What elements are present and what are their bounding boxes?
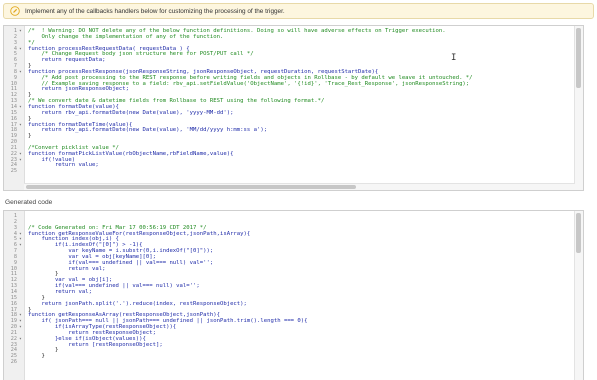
generated-code-label: Generated code xyxy=(5,199,53,206)
code-lines[interactable]: 1 ▾/* ! Warning: DO NOT delete any of the… xyxy=(4,28,583,175)
text-cursor-icon: I xyxy=(451,53,457,63)
vertical-scrollbar[interactable] xyxy=(574,211,583,380)
vertical-scrollbar[interactable] xyxy=(574,26,583,190)
code-lines[interactable]: 1 2 3/* Code Generated on: Fri Mar 17 00:5… xyxy=(4,213,583,366)
code-line[interactable]: 26 xyxy=(4,359,583,366)
banner-text: Implement any of the callbacks handlers … xyxy=(25,7,285,15)
callback-code-editor[interactable]: 1 ▾/* ! Warning: DO NOT delete any of the… xyxy=(3,25,584,191)
line-number: 25 xyxy=(10,168,17,175)
scrollbar-thumb[interactable] xyxy=(576,28,581,88)
scrollbar-thumb[interactable] xyxy=(576,213,581,253)
code-line[interactable]: 25 xyxy=(4,168,583,175)
pencil-icon xyxy=(10,6,20,16)
scrollbar-thumb[interactable] xyxy=(26,185,356,189)
info-banner: Implement any of the callbacks handlers … xyxy=(3,3,594,19)
generated-code-editor[interactable]: 1 2 3/* Code Generated on: Fri Mar 17 00:5… xyxy=(3,210,584,380)
line-number: 26 xyxy=(10,359,17,366)
horizontal-scrollbar[interactable] xyxy=(24,183,575,190)
